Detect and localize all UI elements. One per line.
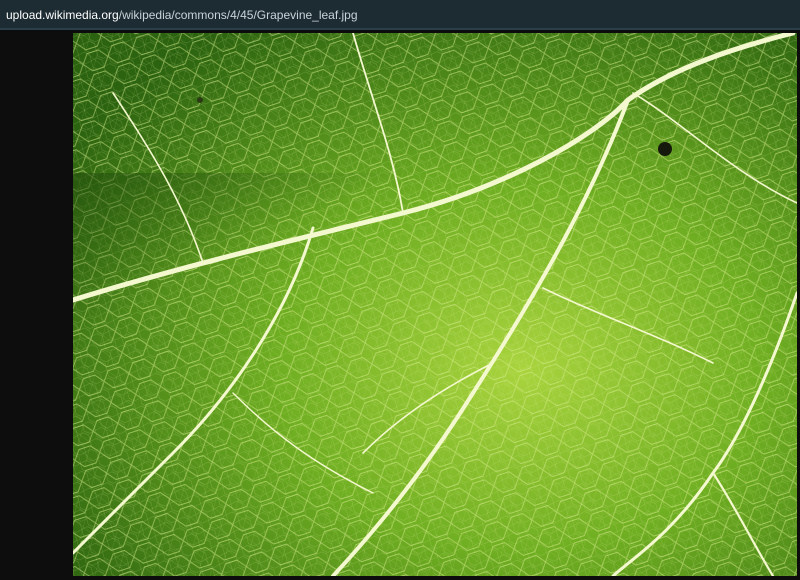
leaf-spot (658, 142, 672, 156)
url-path: /wikipedia/commons/4/45/Grapevine_leaf.j… (118, 8, 358, 22)
url-text[interactable]: upload.wikimedia.org/wikipedia/commons/4… (6, 8, 358, 22)
grapevine-leaf-image[interactable] (73, 33, 797, 576)
address-bar[interactable]: upload.wikimedia.org/wikipedia/commons/4… (0, 0, 800, 30)
leaf-speck (197, 97, 203, 103)
leaf-photo-graphic (73, 33, 797, 576)
image-viewer (0, 30, 800, 580)
url-host: upload.wikimedia.org (6, 8, 119, 22)
